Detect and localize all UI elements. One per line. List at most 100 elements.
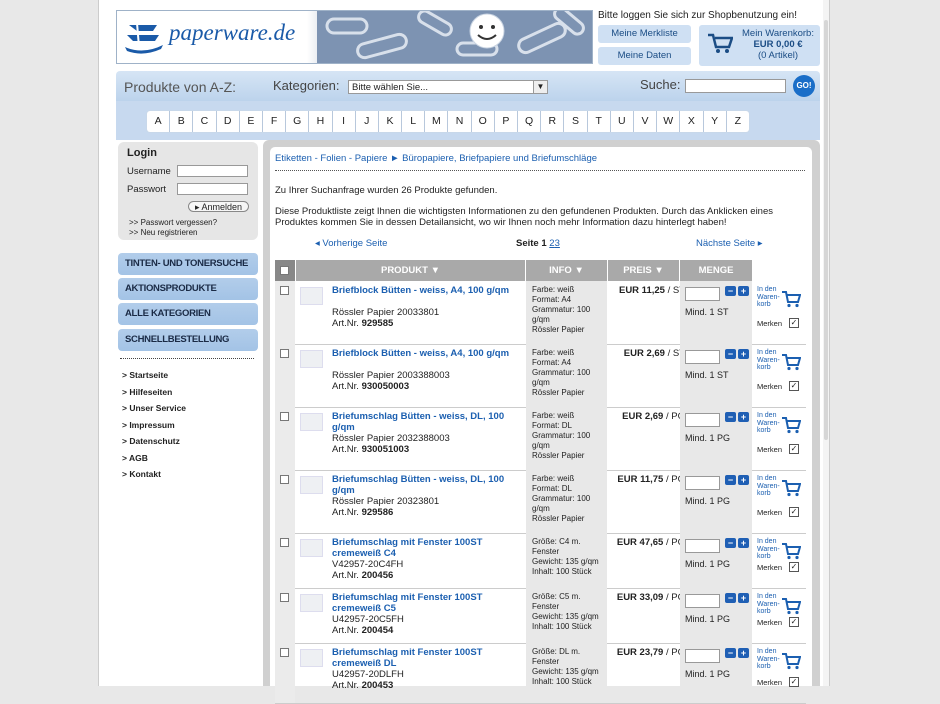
forgot-password-link[interactable]: >> Passwort vergessen? bbox=[129, 218, 217, 227]
quantity-input[interactable] bbox=[685, 649, 720, 663]
nav-aktionsprodukte[interactable]: AKTIONSPRODUKTE bbox=[118, 278, 258, 300]
link-impressum[interactable]: > Impressum bbox=[122, 420, 175, 430]
letter-link[interactable]: Q bbox=[518, 111, 542, 132]
letter-link[interactable]: D bbox=[217, 111, 240, 132]
minus-icon[interactable]: − bbox=[725, 412, 736, 422]
link-agb[interactable]: > AGB bbox=[122, 453, 148, 463]
search-go-button[interactable]: GO! bbox=[793, 75, 815, 97]
letter-link[interactable]: K bbox=[379, 111, 403, 132]
letter-link[interactable]: O bbox=[472, 111, 495, 132]
nav-toner-search[interactable]: TINTEN- UND TONERSUCHE bbox=[118, 253, 258, 275]
plus-icon[interactable]: + bbox=[738, 286, 749, 296]
add-to-cart-button[interactable]: In den Waren- korb bbox=[755, 412, 803, 436]
minus-icon[interactable]: − bbox=[725, 538, 736, 548]
letter-link[interactable]: Y bbox=[704, 111, 727, 132]
letter-link[interactable]: U bbox=[611, 111, 634, 132]
quantity-input[interactable] bbox=[685, 594, 720, 608]
letter-link[interactable]: M bbox=[425, 111, 449, 132]
product-thumbnail[interactable] bbox=[300, 287, 323, 305]
login-button[interactable]: ▸ Anmelden bbox=[188, 201, 249, 212]
row-checkbox[interactable] bbox=[280, 593, 289, 602]
letter-link[interactable]: V bbox=[634, 111, 658, 132]
plus-icon[interactable]: + bbox=[738, 475, 749, 485]
minus-icon[interactable]: − bbox=[725, 593, 736, 603]
quantity-input[interactable] bbox=[685, 350, 720, 364]
checkmark-icon[interactable]: ✓ bbox=[789, 507, 799, 517]
breadcrumb[interactable]: Etiketten - Folien - Papiere ► Büropapie… bbox=[275, 153, 597, 164]
col-info[interactable]: INFO ▼ bbox=[526, 260, 607, 281]
nav-schnellbestellung[interactable]: SCHNELLBESTELLUNG bbox=[118, 329, 258, 351]
product-name[interactable]: Briefblock Bütten - weiss, A4, 100 g/qm bbox=[332, 285, 522, 296]
username-input[interactable] bbox=[177, 165, 248, 177]
meine-daten-button[interactable]: Meine Daten bbox=[598, 47, 691, 65]
checkmark-icon[interactable]: ✓ bbox=[789, 562, 799, 572]
cart-summary[interactable]: Mein Warenkorb: EUR 0,00 € (0 Artikel) bbox=[699, 25, 820, 66]
merkliste-button[interactable]: Meine Merkliste bbox=[598, 25, 691, 43]
plus-icon[interactable]: + bbox=[738, 412, 749, 422]
plus-icon[interactable]: + bbox=[738, 538, 749, 548]
letter-link[interactable]: L bbox=[402, 111, 426, 132]
nav-alle-kategorien[interactable]: ALLE KATEGORIEN bbox=[118, 303, 258, 325]
col-produkt[interactable]: PRODUKT ▼ bbox=[296, 260, 525, 281]
add-to-cart-button[interactable]: In den Waren- korb bbox=[755, 475, 803, 499]
row-checkbox[interactable] bbox=[280, 648, 289, 657]
checkmark-icon[interactable]: ✓ bbox=[789, 617, 799, 627]
letter-link[interactable]: Z bbox=[727, 111, 749, 132]
quantity-input[interactable] bbox=[685, 476, 720, 490]
next-page-link[interactable]: Nächste Seite ▸ bbox=[696, 238, 763, 249]
link-startseite[interactable]: > Startseite bbox=[122, 370, 168, 380]
merken-label[interactable]: Merken bbox=[757, 319, 782, 328]
row-checkbox[interactable] bbox=[280, 349, 289, 358]
select-all-checkbox[interactable] bbox=[280, 266, 289, 275]
checkmark-icon[interactable]: ✓ bbox=[789, 381, 799, 391]
minus-icon[interactable]: − bbox=[725, 349, 736, 359]
quantity-input[interactable] bbox=[685, 287, 720, 301]
product-thumbnail[interactable] bbox=[300, 413, 323, 431]
minus-icon[interactable]: − bbox=[725, 648, 736, 658]
row-checkbox[interactable] bbox=[280, 286, 289, 295]
quantity-input[interactable] bbox=[685, 539, 720, 553]
link-hilfeseiten[interactable]: > Hilfeseiten bbox=[122, 387, 172, 397]
row-checkbox[interactable] bbox=[280, 412, 289, 421]
link-unser-service[interactable]: > Unser Service bbox=[122, 403, 186, 413]
product-thumbnail[interactable] bbox=[300, 649, 323, 667]
add-to-cart-button[interactable]: In den Waren- korb bbox=[755, 648, 803, 672]
plus-icon[interactable]: + bbox=[738, 593, 749, 603]
product-thumbnail[interactable] bbox=[300, 476, 323, 494]
category-select[interactable]: Bitte wählen Sie... ▼ bbox=[348, 80, 548, 94]
quantity-input[interactable] bbox=[685, 413, 720, 427]
letter-link[interactable]: W bbox=[657, 111, 681, 132]
link-kontakt[interactable]: > Kontakt bbox=[122, 469, 161, 479]
letter-link[interactable]: B bbox=[170, 111, 194, 132]
letter-link[interactable]: A bbox=[147, 111, 171, 132]
merken-label[interactable]: Merken bbox=[757, 508, 782, 517]
letter-link[interactable]: H bbox=[309, 111, 333, 132]
product-thumbnail[interactable] bbox=[300, 539, 323, 557]
merken-label[interactable]: Merken bbox=[757, 382, 782, 391]
product-thumbnail[interactable] bbox=[300, 594, 323, 612]
checkmark-icon[interactable]: ✓ bbox=[789, 444, 799, 454]
register-link[interactable]: >> Neu registrieren bbox=[129, 228, 197, 237]
scrollbar-thumb[interactable] bbox=[824, 20, 828, 440]
prev-page-link[interactable]: ◂ Vorherige Seite bbox=[315, 238, 387, 249]
letter-link[interactable]: X bbox=[680, 111, 704, 132]
product-name[interactable]: Briefblock Bütten - weiss, A4, 100 g/qm bbox=[332, 348, 522, 359]
letter-link[interactable]: T bbox=[588, 111, 611, 132]
product-name[interactable]: Briefumschlag mit Fenster 100ST cremewei… bbox=[332, 647, 522, 669]
product-name[interactable]: Briefumschlag mit Fenster 100ST cremewei… bbox=[332, 537, 522, 559]
search-input[interactable] bbox=[685, 79, 786, 93]
merken-label[interactable]: Merken bbox=[757, 563, 782, 572]
plus-icon[interactable]: + bbox=[738, 349, 749, 359]
add-to-cart-button[interactable]: In den Waren- korb bbox=[755, 538, 803, 562]
letter-link[interactable]: J bbox=[356, 111, 379, 132]
password-input[interactable] bbox=[177, 183, 248, 195]
merken-label[interactable]: Merken bbox=[757, 445, 782, 454]
letter-link[interactable]: G bbox=[286, 111, 310, 132]
product-name[interactable]: Briefumschlag mit Fenster 100ST cremewei… bbox=[332, 592, 522, 614]
add-to-cart-button[interactable]: In den Waren- korb bbox=[755, 593, 803, 617]
letter-link[interactable]: P bbox=[495, 111, 518, 132]
add-to-cart-button[interactable]: In den Waren- korb bbox=[755, 286, 803, 310]
checkmark-icon[interactable]: ✓ bbox=[789, 318, 799, 328]
letter-link[interactable]: I bbox=[333, 111, 356, 132]
scrollbar[interactable] bbox=[823, 0, 829, 686]
